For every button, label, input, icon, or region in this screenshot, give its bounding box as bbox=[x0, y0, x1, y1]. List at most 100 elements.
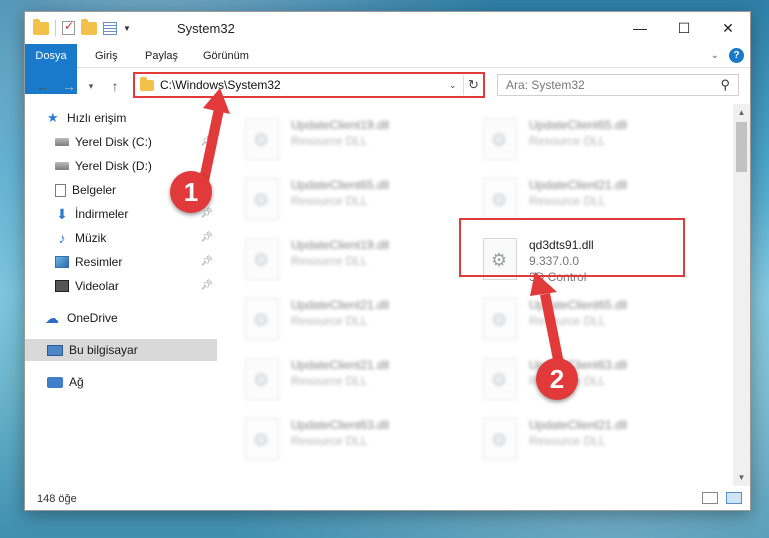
large-icons-view-icon[interactable] bbox=[726, 492, 742, 504]
drive-icon bbox=[55, 138, 69, 146]
sidebar-item-label: Videolar bbox=[75, 279, 119, 293]
toolbar-divider bbox=[55, 20, 56, 36]
file-name: UpdateClient19.dll bbox=[291, 118, 390, 132]
properties-icon[interactable] bbox=[103, 21, 117, 35]
pin-icon[interactable]: 📌︎ bbox=[200, 160, 213, 171]
dll-file-icon bbox=[245, 118, 279, 160]
file-type: Resource DLL bbox=[291, 314, 368, 328]
dll-file-icon bbox=[245, 298, 279, 340]
documents-icon bbox=[55, 183, 66, 197]
sidebar-item-label: İndirmeler bbox=[75, 207, 129, 221]
sidebar-item-label: OneDrive bbox=[67, 311, 118, 325]
sidebar-item-network[interactable]: Ağ bbox=[25, 371, 217, 393]
forward-button[interactable]: → bbox=[59, 75, 79, 97]
download-icon: ⬇ bbox=[56, 205, 68, 222]
sidebar-item-music[interactable]: ♪ Müzik 📌︎ bbox=[25, 227, 217, 249]
sidebar-item-this-pc[interactable]: Bu bilgisayar bbox=[25, 339, 217, 361]
window-title: System32 bbox=[177, 21, 235, 36]
tab-view[interactable]: Görünüm bbox=[193, 44, 259, 68]
scroll-down-arrow-icon[interactable]: ▼ bbox=[733, 469, 750, 486]
file-item[interactable]: UpdateClient19.dll Resource DLL bbox=[221, 112, 451, 162]
file-item[interactable]: UpdateClient21.dll Resource DLL bbox=[459, 412, 689, 462]
dll-file-icon bbox=[483, 118, 517, 160]
properties-check-icon[interactable] bbox=[62, 19, 75, 35]
maximize-button[interactable]: ☐ bbox=[662, 12, 706, 44]
sidebar-item-quick-access[interactable]: ★ Hızlı erişim bbox=[25, 107, 217, 129]
back-button[interactable]: ← bbox=[33, 75, 53, 97]
sidebar-item-label: Hızlı erişim bbox=[67, 111, 127, 125]
file-type: Resource DLL bbox=[291, 194, 368, 208]
music-icon: ♪ bbox=[58, 230, 66, 246]
file-name: UpdateClient21.dll bbox=[529, 418, 628, 432]
address-bar[interactable]: C:\Windows\System32 ⌄ ↻ bbox=[133, 72, 485, 98]
step-badge-1: 1 bbox=[170, 171, 212, 213]
tab-home[interactable]: Giriş bbox=[85, 44, 128, 68]
file-item[interactable]: UpdateClient65.dll Resource DLL bbox=[221, 172, 451, 222]
file-name: UpdateClient65.dll bbox=[291, 178, 390, 192]
address-history-chevron-icon[interactable]: ⌄ bbox=[449, 80, 463, 91]
new-folder-icon[interactable] bbox=[81, 18, 97, 35]
sidebar-item-pictures[interactable]: Resimler 📌︎ bbox=[25, 251, 217, 273]
pin-icon[interactable]: 📌︎ bbox=[200, 256, 213, 267]
file-type: Resource DLL bbox=[529, 434, 606, 448]
search-placeholder: Ara: System32 bbox=[506, 78, 585, 92]
up-button[interactable]: ↑ bbox=[105, 75, 125, 97]
file-type: Resource DLL bbox=[291, 134, 368, 148]
folder-icon bbox=[33, 18, 49, 35]
sidebar-item-label: Bu bilgisayar bbox=[69, 343, 138, 357]
details-view-icon[interactable] bbox=[702, 492, 718, 504]
sidebar-item-videos[interactable]: Videolar 📌︎ bbox=[25, 275, 217, 297]
file-item[interactable]: UpdateClient63.dll Resource DLL bbox=[221, 412, 451, 462]
dll-file-icon bbox=[245, 238, 279, 280]
file-item[interactable]: UpdateClient19.dll Resource DLL bbox=[221, 232, 451, 282]
pictures-icon bbox=[55, 256, 69, 268]
file-type: Resource DLL bbox=[291, 254, 368, 268]
sidebar-item-label: Yerel Disk (D:) bbox=[75, 159, 152, 173]
navigation-pane: ★ Hızlı erişim Yerel Disk (C:) 📌︎ Yerel … bbox=[25, 107, 217, 485]
recent-locations-button[interactable]: ▾ bbox=[81, 75, 101, 97]
customize-toolbar-chevron-icon[interactable]: ▼ bbox=[123, 24, 131, 33]
sidebar-item-label: Müzik bbox=[75, 231, 107, 245]
file-name: UpdateClient21.dll bbox=[529, 178, 628, 192]
tab-share[interactable]: Paylaş bbox=[135, 44, 188, 68]
file-item[interactable]: UpdateClient21.dll Resource DLL bbox=[221, 292, 451, 342]
pin-icon[interactable]: 📌︎ bbox=[200, 232, 213, 243]
pin-icon[interactable]: 📌︎ bbox=[200, 136, 213, 147]
videos-icon bbox=[55, 280, 69, 292]
file-item[interactable]: UpdateClient21.dll Resource DLL bbox=[221, 352, 451, 402]
file-item[interactable]: UpdateClient21.dll Resource DLL bbox=[459, 172, 689, 222]
file-name: UpdateClient65.dll bbox=[529, 118, 628, 132]
ribbon-tabs: Dosya Giriş Paylaş Görünüm ⌄ ? bbox=[25, 44, 750, 94]
sidebar-item-onedrive[interactable]: ☁ OneDrive bbox=[25, 307, 217, 329]
sidebar-item-label: Belgeler bbox=[72, 183, 117, 197]
search-box[interactable]: Ara: System32 ⚲ bbox=[497, 74, 739, 96]
file-item[interactable]: UpdateClient65.dll Resource DLL bbox=[459, 112, 689, 162]
help-icon[interactable]: ? bbox=[729, 48, 744, 63]
window-controls: — ☐ ✕ bbox=[618, 12, 750, 44]
star-icon: ★ bbox=[47, 110, 59, 125]
vertical-scrollbar[interactable]: ▲ ▼ bbox=[733, 104, 750, 486]
expand-ribbon-chevron-icon[interactable]: ⌄ bbox=[711, 50, 719, 61]
ribbon-right: ⌄ ? bbox=[711, 48, 744, 63]
search-icon[interactable]: ⚲ bbox=[720, 77, 730, 93]
file-item[interactable]: UpdateClient65.dll Resource DLL bbox=[459, 292, 689, 342]
file-type: Resource DLL bbox=[291, 434, 368, 448]
minimize-button[interactable]: — bbox=[618, 12, 662, 44]
title-bar: ▼ System32 — ☐ ✕ bbox=[25, 12, 750, 44]
item-count: 148 öğe bbox=[37, 493, 77, 505]
close-button[interactable]: ✕ bbox=[706, 12, 750, 44]
address-path[interactable]: C:\Windows\System32 bbox=[160, 78, 449, 92]
file-name: UpdateClient21.dll bbox=[291, 298, 390, 312]
sidebar-item-local-disk-c[interactable]: Yerel Disk (C:) 📌︎ bbox=[25, 131, 217, 153]
dll-file-icon bbox=[483, 178, 517, 220]
refresh-button[interactable]: ↻ bbox=[463, 75, 483, 95]
dll-file-icon bbox=[483, 298, 517, 340]
cloud-icon: ☁ bbox=[45, 309, 59, 326]
pin-icon[interactable]: 📌︎ bbox=[200, 280, 213, 291]
file-type: Resource DLL bbox=[529, 134, 606, 148]
scroll-up-arrow-icon[interactable]: ▲ bbox=[733, 104, 750, 121]
dll-file-icon bbox=[245, 418, 279, 460]
status-bar: 148 öğe bbox=[25, 488, 750, 510]
file-name: UpdateClient21.dll bbox=[291, 358, 390, 372]
scrollbar-thumb[interactable] bbox=[736, 122, 747, 172]
